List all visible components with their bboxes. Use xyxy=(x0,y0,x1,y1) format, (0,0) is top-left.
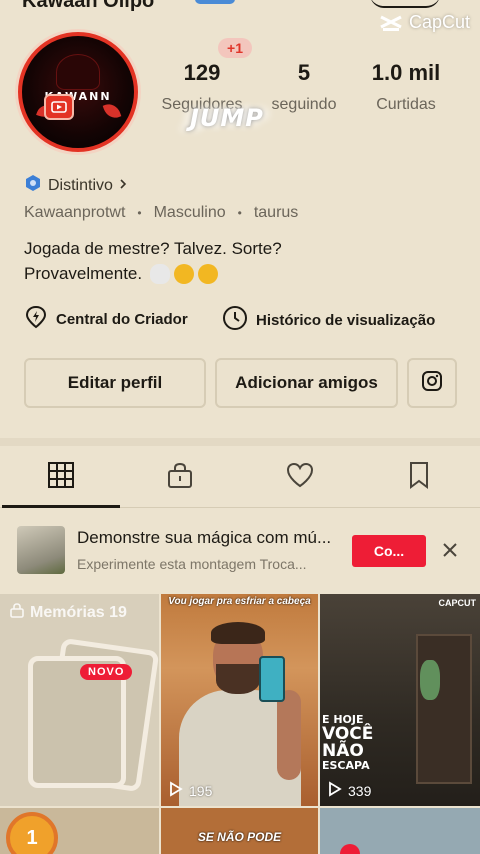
video-person-beard xyxy=(216,664,260,694)
capcut-watermark: CapCut xyxy=(379,12,470,33)
view-count: 195 xyxy=(169,781,212,800)
creator-center-link[interactable]: Central do Criador xyxy=(24,305,188,333)
grid-icon xyxy=(47,461,75,494)
heart-icon xyxy=(285,461,315,494)
profile-handle: Kawaanprotwt xyxy=(24,204,126,221)
lock-icon xyxy=(166,461,194,494)
promo-title: Demonstre sua mágica com mú... xyxy=(77,528,332,547)
capcut-text: CapCut xyxy=(408,12,470,32)
creator-center-icon xyxy=(24,305,48,333)
instagram-icon xyxy=(421,370,443,397)
profile-info-row: Kawaanprotwt • Masculino • taurus xyxy=(24,204,298,222)
likes-label: Curtidas xyxy=(376,96,436,113)
view-count-value: 339 xyxy=(348,782,372,799)
add-friends-button[interactable]: Adicionar amigos xyxy=(215,358,398,408)
new-badge: NOVO xyxy=(80,664,133,680)
video-grid: Memórias 19 NOVO Vou jogar pra esfriar a… xyxy=(0,594,480,854)
capcut-logo-icon xyxy=(379,13,403,33)
video-doorway xyxy=(416,634,472,784)
video-phone xyxy=(259,656,285,702)
stat-following[interactable]: 5 seguindo xyxy=(262,60,346,114)
bookmark-icon xyxy=(407,461,431,494)
verified-badge xyxy=(195,0,235,4)
lock-icon xyxy=(10,602,24,623)
play-icon xyxy=(169,781,183,800)
video-person-arm xyxy=(277,690,301,780)
view-count: 339 xyxy=(328,781,371,800)
shield-badge-icon xyxy=(24,174,42,197)
bio-line-1: Jogada de mestre? Talvez. Sorte? xyxy=(24,239,282,258)
memories-label-wrap: Memórias 19 xyxy=(10,602,127,623)
profile-username: Kawaan Olipo xyxy=(22,0,155,12)
view-count-value: 195 xyxy=(189,782,213,799)
profile-gender: Masculino xyxy=(153,204,226,221)
promo-subtitle: Experimente esta montagem Troca... xyxy=(77,556,307,572)
tab-private[interactable] xyxy=(162,460,198,494)
video-thumbnail[interactable]: 1 xyxy=(0,808,159,854)
edit-profile-button[interactable]: Editar perfil xyxy=(24,358,206,408)
video-text-line: ESCAPA xyxy=(322,759,370,772)
creator-center-label: Central do Criador xyxy=(56,310,188,328)
laughing-emoji-icon xyxy=(174,263,195,284)
separator-dot: • xyxy=(137,206,142,220)
likes-count: 1.0 mil xyxy=(371,60,441,85)
bio-line-2-wrap: Provavelmente. xyxy=(24,261,444,286)
video-thumbnail[interactable]: CAPCUT E HOJE VOCÊ NÃO ESCAPA 339 xyxy=(320,594,480,806)
badge-label: Distintivo xyxy=(48,176,113,194)
video-thumbnail[interactable]: Vou jogar pra esfriar a cabeça 195 xyxy=(161,594,318,806)
active-tab-indicator xyxy=(2,505,120,508)
video-caption: SE NÃO PODE xyxy=(197,830,282,844)
tab-liked[interactable] xyxy=(282,460,318,494)
video-figure xyxy=(420,660,440,700)
avatar-figure xyxy=(56,54,100,90)
jump-sticker: JUMP xyxy=(190,104,264,132)
tab-videos[interactable] xyxy=(43,460,79,494)
following-count: 5 xyxy=(297,60,311,85)
close-icon[interactable] xyxy=(440,540,460,560)
chevron-right-icon xyxy=(119,177,127,195)
clock-icon xyxy=(222,305,248,335)
video-overlay-text: E HOJE VOCÊ NÃO ESCAPA xyxy=(322,714,373,772)
coin-sticker: 1 xyxy=(6,812,58,854)
avatar-text: KAWANN xyxy=(44,90,112,103)
profile-tabs xyxy=(0,446,480,508)
video-thumbnail[interactable]: SE NÃO PODE xyxy=(161,808,318,854)
bio-line-2: Provavelmente. xyxy=(24,264,143,283)
capcut-watermark: CAPCUT xyxy=(438,598,477,608)
profile-sign: taurus xyxy=(253,204,299,221)
badge-link[interactable]: Distintivo xyxy=(24,174,127,197)
memories-tile[interactable]: Memórias 19 NOVO xyxy=(0,594,159,806)
skull-emoji-icon xyxy=(150,263,171,284)
video-text-line: NÃO xyxy=(322,741,364,761)
tab-saved[interactable] xyxy=(401,460,437,494)
laughing-emoji-icon xyxy=(198,263,219,284)
play-icon xyxy=(328,781,342,800)
video-person-hair xyxy=(211,622,265,644)
memories-label: Memórias 19 xyxy=(30,603,127,621)
followers-count: 129 xyxy=(183,60,221,85)
promo-thumbnail xyxy=(17,526,65,574)
followers-delta-badge: +1 xyxy=(218,38,252,58)
stat-likes[interactable]: 1.0 mil Curtidas xyxy=(360,60,452,114)
video-caption: Vou jogar pra esfriar a cabeça xyxy=(168,596,311,607)
live-icon[interactable] xyxy=(44,94,74,120)
template-promo-banner[interactable]: Demonstre sua mágica com mú... Experimen… xyxy=(0,510,480,592)
promo-cta-button[interactable]: Co... xyxy=(352,535,426,567)
profile-bio: Jogada de mestre? Talvez. Sorte? Provave… xyxy=(24,236,444,286)
watch-history-link[interactable]: Histórico de visualização xyxy=(222,305,435,335)
following-label: seguindo xyxy=(271,96,337,113)
watch-history-label: Histórico de visualização xyxy=(256,311,436,329)
separator-dot: • xyxy=(237,206,242,220)
instagram-button[interactable] xyxy=(407,358,457,408)
menu-scribble xyxy=(370,0,440,8)
section-divider xyxy=(0,438,480,446)
profile-avatar[interactable]: KAWANN xyxy=(18,32,138,152)
